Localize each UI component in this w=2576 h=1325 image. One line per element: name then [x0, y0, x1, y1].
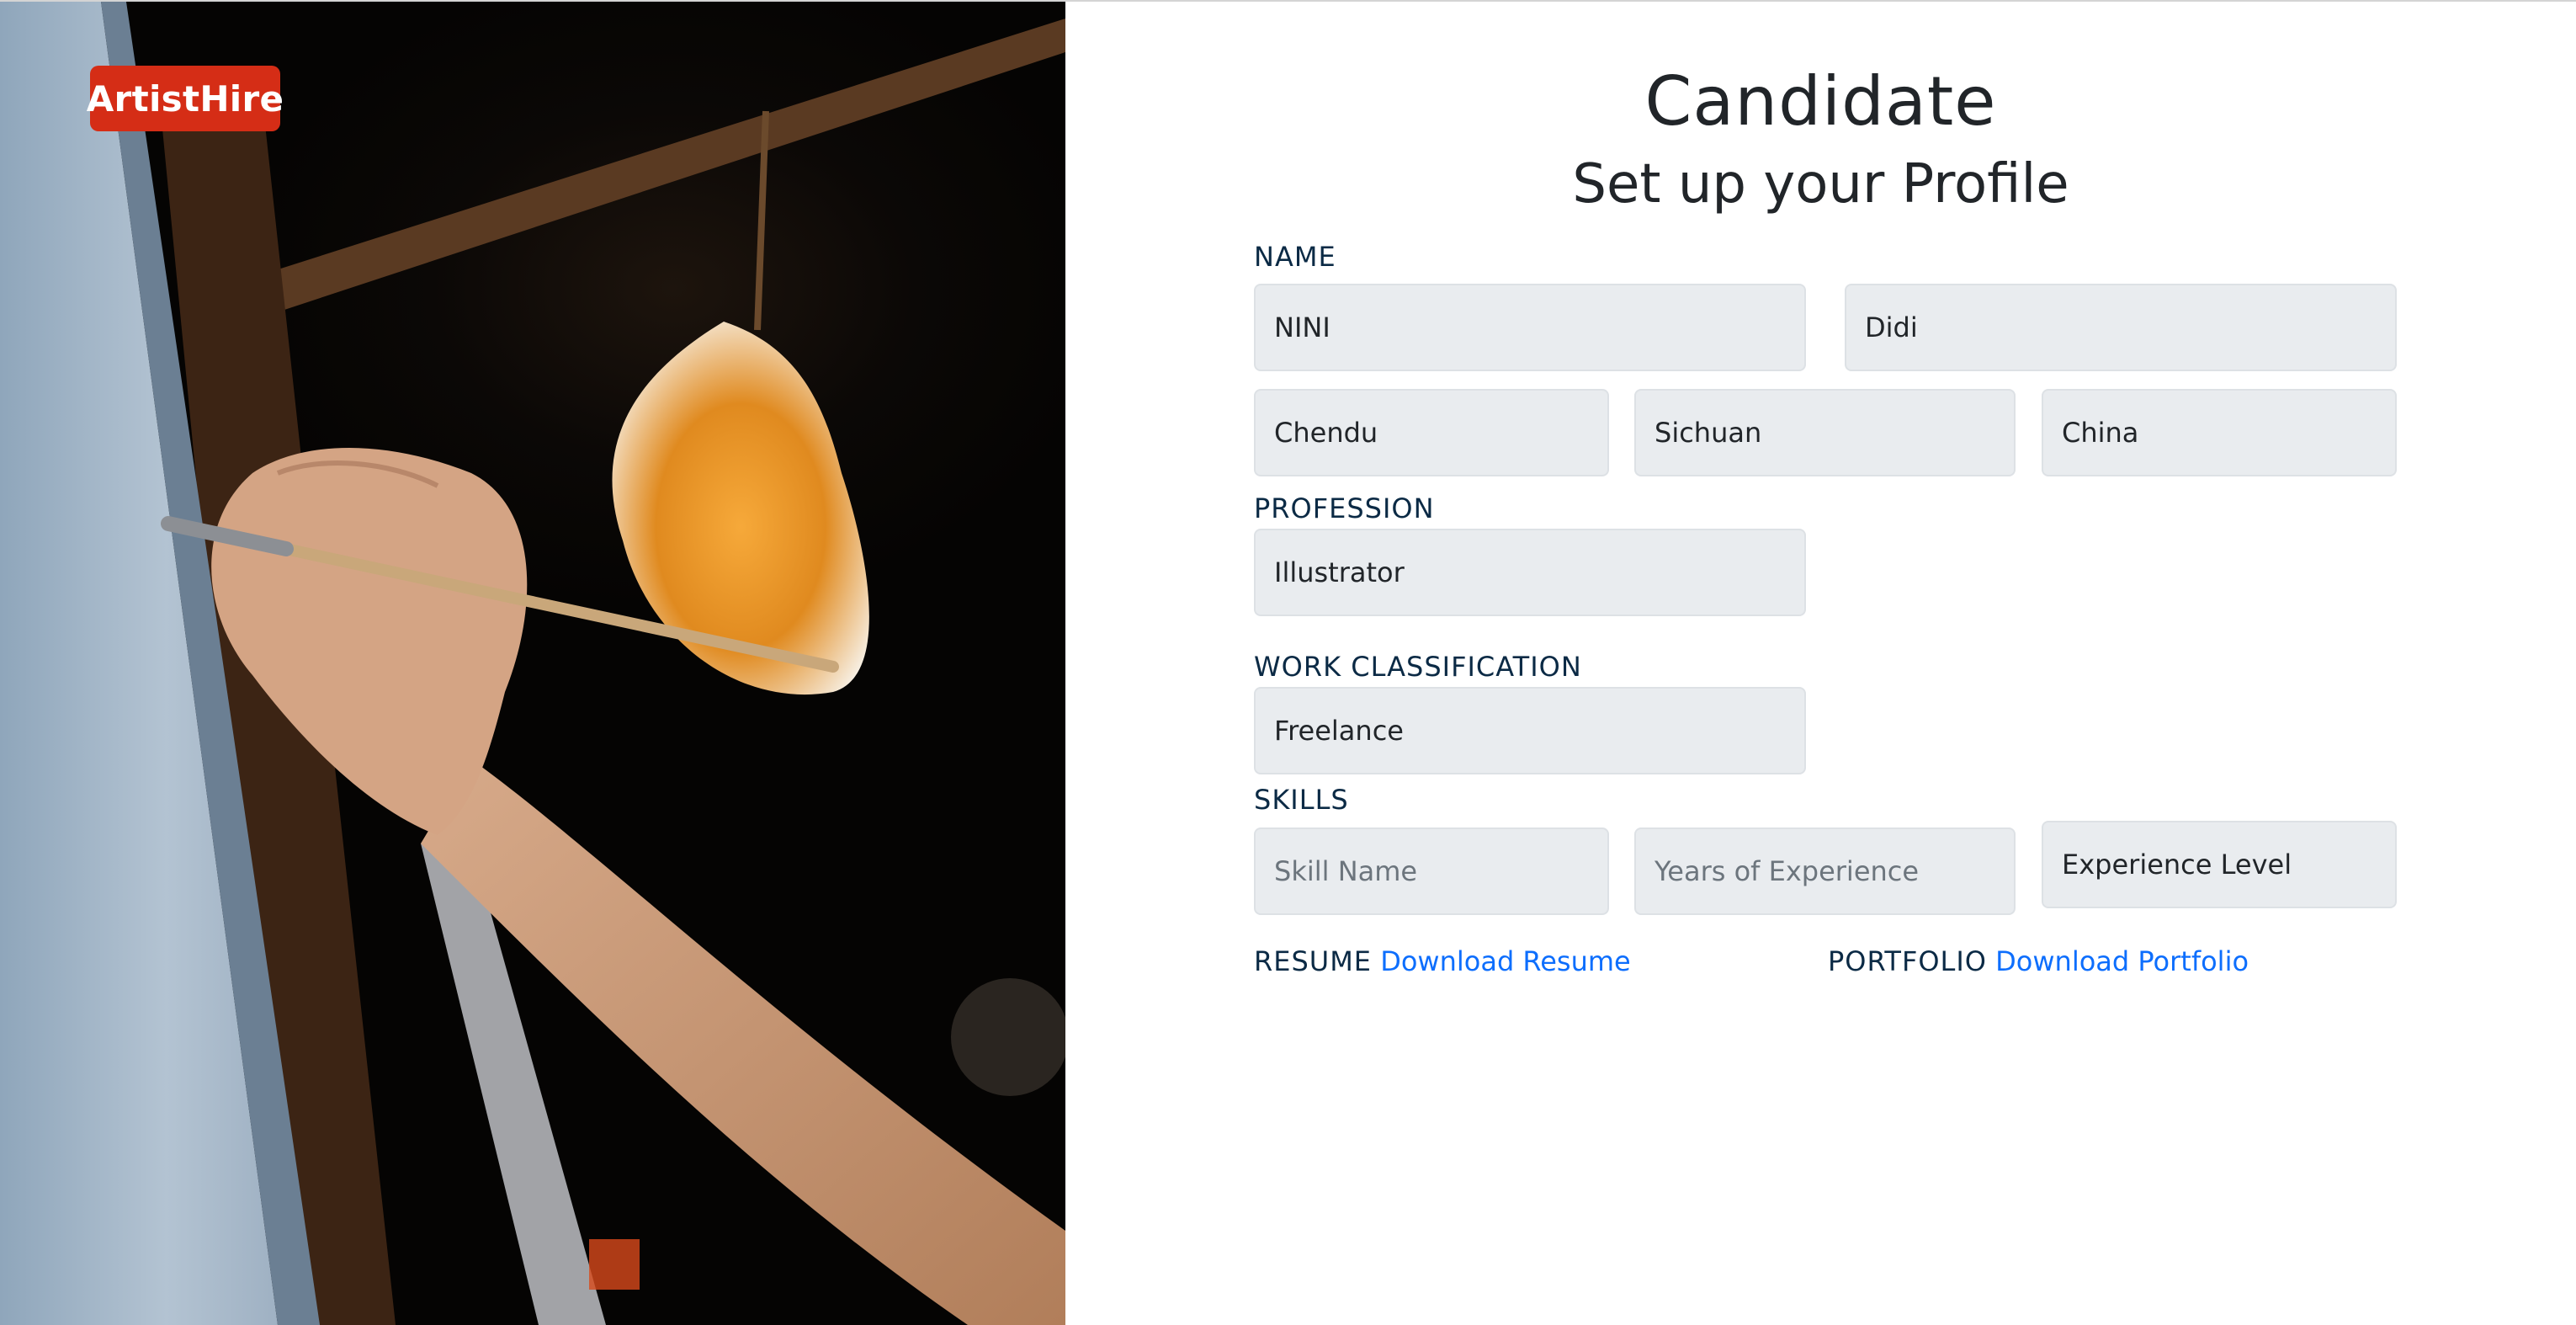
province-input[interactable]	[1634, 389, 2016, 476]
artisthire-logo[interactable]: ArtistHire	[87, 66, 284, 131]
skills-label: SKILLS	[1254, 784, 1349, 816]
work-classification-label: WORK CLASSIFICATION	[1254, 651, 1582, 683]
years-of-experience-input[interactable]	[1634, 827, 2016, 915]
first-name-input[interactable]	[1254, 284, 1806, 371]
country-input[interactable]	[2042, 389, 2397, 476]
page-title: Candidate	[1644, 62, 1997, 141]
portfolio-row: PORTFOLIO Download Portfolio	[1828, 945, 2249, 977]
last-name-input[interactable]	[1845, 284, 2397, 371]
resume-row: RESUME Download Resume	[1254, 945, 1631, 977]
portfolio-label: PORTFOLIO	[1828, 945, 1987, 977]
profession-label: PROFESSION	[1254, 492, 1435, 524]
profession-input[interactable]	[1254, 529, 1806, 616]
city-input[interactable]	[1254, 389, 1609, 476]
experience-level-select[interactable]	[2042, 821, 2397, 908]
hero-photo: ArtistHire	[0, 2, 1065, 1325]
profile-form-panel: Candidate Set up your Profile NAME PROFE…	[1065, 2, 2576, 1325]
resume-label: RESUME	[1254, 945, 1373, 977]
name-label: NAME	[1254, 241, 1336, 273]
work-classification-input[interactable]	[1254, 687, 1806, 774]
painting-illustration	[0, 2, 1065, 1325]
download-resume-link[interactable]: Download Resume	[1380, 945, 1631, 977]
download-portfolio-link[interactable]: Download Portfolio	[1995, 945, 2249, 977]
page-subtitle: Set up your Profile	[1572, 153, 2069, 216]
skill-name-input[interactable]	[1254, 827, 1609, 915]
